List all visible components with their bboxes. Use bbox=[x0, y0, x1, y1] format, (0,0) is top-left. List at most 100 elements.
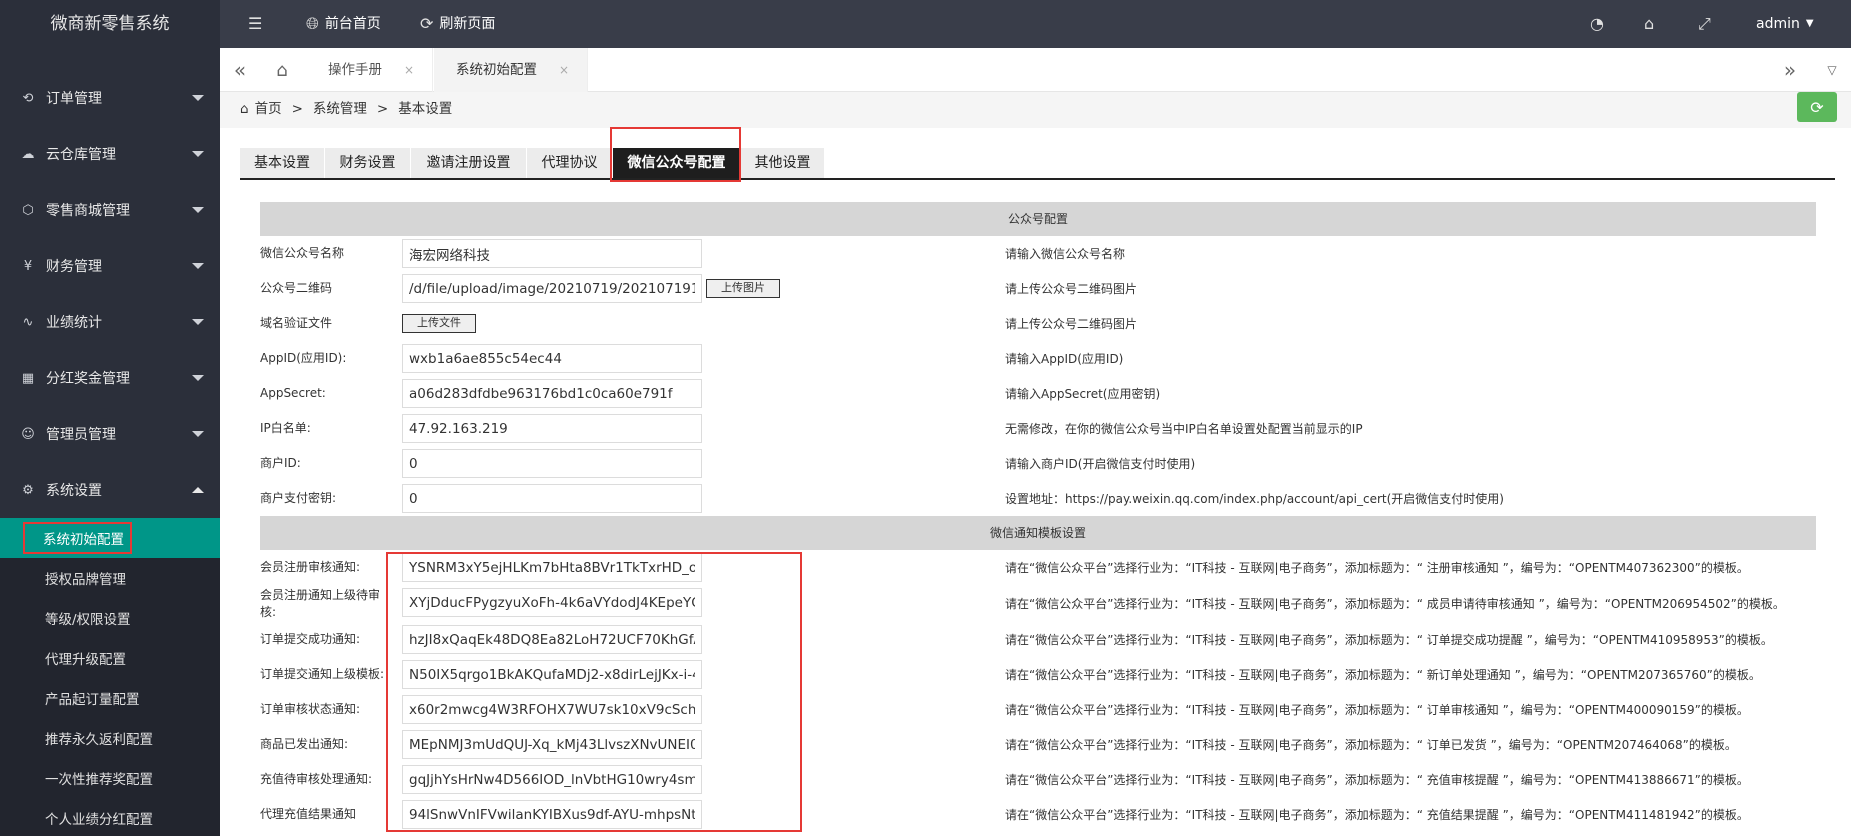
field-label: 订单提交成功通知: bbox=[260, 632, 361, 646]
menu-finance[interactable]: ¥ 财务管理 bbox=[0, 238, 220, 294]
sub-item-level[interactable]: 等级/权限设置 bbox=[0, 598, 220, 638]
menu-label: 零售商城管理 bbox=[46, 203, 130, 219]
page-tab-strip: « ⌂ 操作手册 × 系统初始配置 × » ▽ bbox=[220, 48, 1851, 92]
tab-invite-settings[interactable]: 邀请注册设置 bbox=[411, 148, 527, 178]
chevron-down-icon bbox=[192, 431, 204, 437]
template-id-input[interactable] bbox=[402, 695, 702, 724]
sub-item-personal-dividend[interactable]: 个人业绩分红配置 bbox=[0, 798, 220, 836]
template-id-input[interactable] bbox=[402, 800, 702, 829]
system-submenu: 系统初始配置 授权品牌管理 等级/权限设置 代理升级配置 产品起订量配置 推荐永… bbox=[0, 518, 220, 836]
upload-image-button[interactable]: 上传图片 bbox=[706, 279, 780, 298]
form-row: AppSecret: 请输入AppSecret(应用密钥) bbox=[260, 376, 1816, 411]
double-chevron-left-icon: « bbox=[233, 58, 247, 82]
breadcrumb-basic: 基本设置 bbox=[398, 101, 453, 117]
tabs-scroll-left-button[interactable]: « bbox=[220, 48, 260, 92]
globe-icon: 🌐︎ bbox=[306, 14, 319, 33]
breadcrumb-separator: > bbox=[376, 101, 389, 117]
appid-input[interactable] bbox=[402, 344, 702, 373]
field-label: 商户支付密钥: bbox=[260, 491, 337, 505]
menu-orders[interactable]: ⟲ 订单管理 bbox=[0, 70, 220, 126]
username: admin bbox=[1756, 16, 1800, 32]
template-id-input[interactable] bbox=[402, 553, 702, 582]
front-page-link[interactable]: 🌐︎ 前台首页 bbox=[306, 0, 381, 48]
tab-label: 系统初始配置 bbox=[456, 62, 537, 78]
top-bar: ☰ 🌐︎ 前台首页 ⟳ 刷新页面 ◔ ⌂ ⤢ admin ▼ bbox=[220, 0, 1851, 48]
tabs-scroll-right-button[interactable]: » bbox=[1770, 48, 1810, 92]
tab-wechat-config[interactable]: 微信公众号配置 bbox=[613, 148, 741, 178]
breadcrumb-separator: > bbox=[291, 101, 303, 117]
close-icon[interactable]: × bbox=[404, 63, 414, 77]
field-hint: 请在“微信公众平台”选择行业为：“IT科技 - 互联网|电子商务”，添加标题为：… bbox=[1005, 632, 1773, 647]
sub-item-brand[interactable]: 授权品牌管理 bbox=[0, 558, 220, 598]
menu-label: 系统设置 bbox=[46, 483, 102, 499]
field-hint: 无需修改，在你的微信公众号当中IP白名单设置处配置当前显示的IP bbox=[1005, 421, 1363, 436]
sub-item-rebate[interactable]: 推荐永久返利配置 bbox=[0, 718, 220, 758]
wechat-name-input[interactable] bbox=[402, 239, 702, 268]
fullscreen-icon: ⤢ bbox=[1698, 14, 1711, 33]
tab-manual[interactable]: 操作手册 × bbox=[306, 48, 434, 92]
qrcode-path-input[interactable] bbox=[402, 274, 702, 303]
upload-file-button[interactable]: 上传文件 bbox=[402, 314, 476, 333]
breadcrumb-home[interactable]: 首页 bbox=[255, 92, 282, 126]
settings-tabs: 基本设置 财务设置 邀请注册设置 代理协议 微信公众号配置 其他设置 bbox=[240, 148, 1835, 180]
ip-whitelist-input[interactable] bbox=[402, 414, 702, 443]
template-id-input[interactable] bbox=[402, 588, 702, 617]
field-hint: 请在“微信公众平台”选择行业为：“IT科技 - 互联网|电子商务”，添加标题为：… bbox=[1005, 807, 1749, 822]
chevron-down-icon bbox=[192, 375, 204, 381]
chevron-down-icon bbox=[192, 95, 204, 101]
tab-other-settings[interactable]: 其他设置 bbox=[741, 148, 825, 178]
menu-retail-mall[interactable]: ⬡ 零售商城管理 bbox=[0, 182, 220, 238]
fullscreen-button[interactable]: ⤢ bbox=[1698, 0, 1711, 48]
refresh-icon: ⟳ bbox=[1810, 97, 1824, 117]
appsecret-input[interactable] bbox=[402, 379, 702, 408]
template-id-input[interactable] bbox=[402, 625, 702, 654]
chevron-down-icon bbox=[192, 151, 204, 157]
template-row: 代理充值结果通知 请在“微信公众平台”选择行业为：“IT科技 - 互联网|电子商… bbox=[260, 797, 1816, 832]
field-hint: 请输入AppSecret(应用密钥) bbox=[1005, 386, 1161, 401]
field-hint: 请在“微信公众平台”选择行业为：“IT科技 - 互联网|电子商务”，添加标题为：… bbox=[1005, 596, 1785, 611]
refresh-icon: ⟳ bbox=[420, 14, 434, 33]
sub-item-label: 推荐永久返利配置 bbox=[45, 732, 153, 748]
tag-button[interactable]: ⌂ bbox=[1644, 0, 1654, 48]
sub-item-initial-config[interactable]: 系统初始配置 bbox=[0, 518, 220, 558]
tab-agent-agreement[interactable]: 代理协议 bbox=[527, 148, 613, 178]
menu-admin[interactable]: ☺ 管理员管理 bbox=[0, 406, 220, 462]
template-id-input[interactable] bbox=[402, 660, 702, 689]
merchant-id-input[interactable] bbox=[402, 449, 702, 478]
field-label: 商户ID: bbox=[260, 456, 301, 470]
template-id-input[interactable] bbox=[402, 765, 702, 794]
refresh-page-link[interactable]: ⟳ 刷新页面 bbox=[420, 0, 495, 48]
field-hint: 请上传公众号二维码图片 bbox=[1005, 316, 1138, 331]
dashboard-button[interactable]: ◔ bbox=[1590, 0, 1604, 48]
wechat-config-form: 公众号配置 微信公众号名称 请输入微信公众号名称 公众号二维码 上传图片 请上传… bbox=[260, 202, 1816, 832]
chevron-up-icon bbox=[192, 487, 204, 493]
tab-finance-settings[interactable]: 财务设置 bbox=[325, 148, 411, 178]
sub-item-upgrade[interactable]: 代理升级配置 bbox=[0, 638, 220, 678]
breadcrumb: ⌂ 首页 > 系统管理 > 基本设置 bbox=[240, 92, 452, 126]
sub-item-min-order[interactable]: 产品起订量配置 bbox=[0, 678, 220, 718]
home-tab[interactable]: ⌂ bbox=[262, 48, 302, 92]
menu-label: 分红奖金管理 bbox=[46, 371, 130, 387]
box-icon: ⬡ bbox=[22, 202, 34, 218]
orders-icon: ⟲ bbox=[22, 90, 34, 106]
field-label: IP白名单: bbox=[260, 421, 311, 435]
field-label: 订单审核状态通知: bbox=[260, 702, 361, 716]
menu-system-settings[interactable]: ⚙ 系统设置 bbox=[0, 462, 220, 518]
field-label: 会员注册通知上级待审核: bbox=[260, 587, 381, 619]
user-menu[interactable]: admin ▼ bbox=[1756, 0, 1814, 48]
home-icon: ⌂ bbox=[240, 101, 249, 117]
merchant-key-input[interactable] bbox=[402, 484, 702, 513]
tab-system-config[interactable]: 系统初始配置 × bbox=[434, 48, 589, 92]
tabs-dropdown-button[interactable]: ▽ bbox=[1812, 48, 1851, 92]
menu-cloud-warehouse[interactable]: ☁ 云仓库管理 bbox=[0, 126, 220, 182]
breadcrumb-system[interactable]: 系统管理 bbox=[313, 92, 367, 126]
reload-button[interactable]: ⟳ bbox=[1797, 92, 1837, 122]
template-id-input[interactable] bbox=[402, 730, 702, 759]
menu-dividend[interactable]: ▦ 分红奖金管理 bbox=[0, 350, 220, 406]
close-icon[interactable]: × bbox=[559, 63, 569, 77]
tab-basic-settings[interactable]: 基本设置 bbox=[240, 148, 325, 178]
menu-performance[interactable]: ∿ 业绩统计 bbox=[0, 294, 220, 350]
sub-item-referral[interactable]: 一次性推荐奖配置 bbox=[0, 758, 220, 798]
menu-toggle-button[interactable]: ☰ bbox=[248, 0, 262, 48]
field-label: 会员注册审核通知: bbox=[260, 560, 361, 574]
